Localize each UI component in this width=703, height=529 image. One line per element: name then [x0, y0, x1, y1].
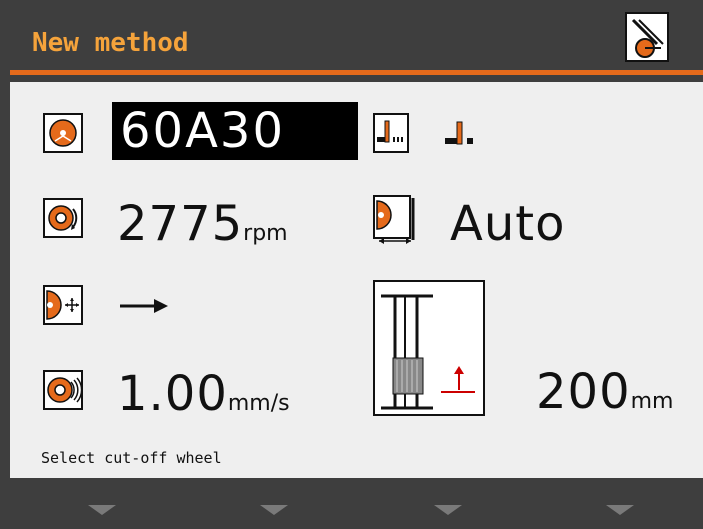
feed-direction-value[interactable]	[118, 296, 170, 320]
page-title: New method	[32, 28, 189, 58]
wheel-speed-icon	[48, 205, 78, 231]
softkey-1-down-icon[interactable]	[88, 505, 116, 515]
feed-direction-setting[interactable]	[43, 285, 83, 325]
cut-distance-setting[interactable]	[373, 195, 417, 247]
method-settings-icon	[631, 18, 664, 58]
status-text: Select cut-off wheel	[41, 449, 222, 467]
method-settings-button[interactable]	[625, 12, 669, 62]
softkey-3-down-icon[interactable]	[434, 505, 462, 515]
single-cut-icon	[445, 121, 473, 145]
cut-distance-icon	[373, 195, 415, 244]
wheel-speed-value: 2775	[117, 196, 244, 252]
wheel-speed-display[interactable]: 2775rpm	[117, 200, 288, 248]
cut-mode-setting[interactable]	[373, 113, 409, 153]
feed-speed-display[interactable]: 1.00mm/s	[117, 370, 290, 418]
vise-stroke-display[interactable]: 200mm	[536, 368, 674, 416]
feed-speed-setting[interactable]	[43, 370, 83, 410]
feed-speed-unit: mm/s	[227, 391, 290, 416]
feed-direction-icon	[43, 285, 83, 325]
feed-speed-icon	[47, 377, 81, 403]
softkey-bar	[0, 478, 703, 529]
vise-stroke-setting[interactable]	[373, 280, 485, 416]
header-divider	[10, 70, 703, 75]
cut-distance-value[interactable]: Auto	[450, 200, 565, 248]
cutoff-wheel-icon	[49, 119, 77, 147]
wheel-value-field[interactable]: 60A30	[112, 102, 358, 160]
vise-stroke-icon	[381, 294, 475, 410]
wheel-speed-setting[interactable]	[43, 198, 83, 238]
wheel-setting[interactable]	[43, 113, 83, 153]
vise-stroke-unit: mm	[630, 389, 674, 414]
wheel-speed-unit: rpm	[243, 221, 288, 246]
cut-mode-icon	[377, 120, 403, 143]
screen: New method 60A30 2775rpm Auto 200mm 1.00…	[0, 0, 703, 529]
feed-speed-value: 1.00	[117, 366, 228, 422]
arrow-right-icon	[120, 299, 168, 313]
softkey-2-down-icon[interactable]	[260, 505, 288, 515]
softkey-4-down-icon[interactable]	[606, 505, 634, 515]
cut-mode-value[interactable]	[445, 118, 497, 158]
vise-stroke-value: 200	[536, 364, 631, 420]
